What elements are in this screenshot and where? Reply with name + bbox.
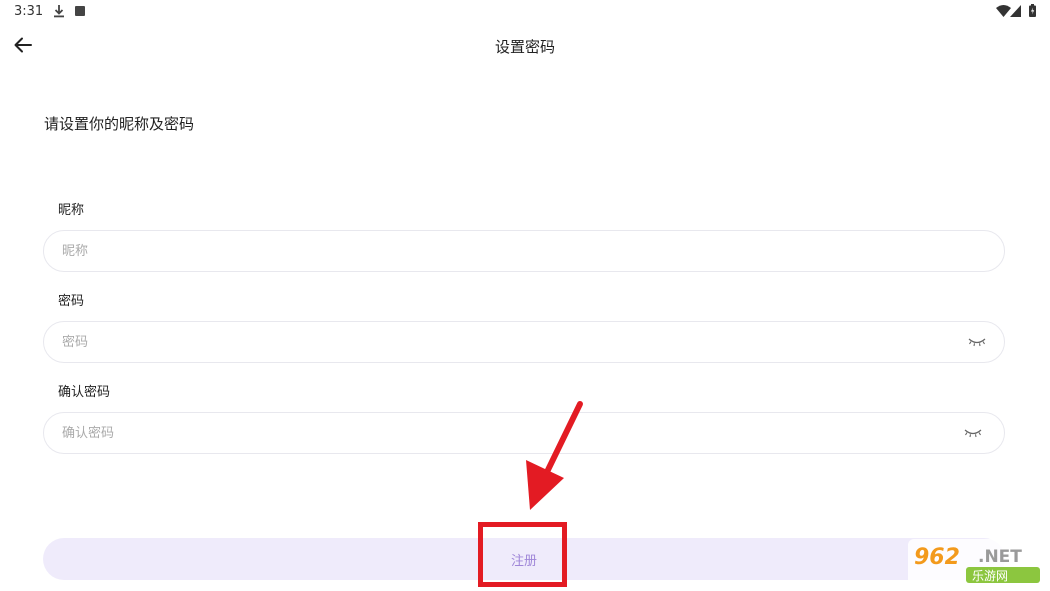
- password-label: 密码: [58, 294, 85, 309]
- app-notification-icon: [75, 6, 85, 16]
- watermark-number: 962: [914, 545, 960, 570]
- confirm-password-input[interactable]: [62, 413, 942, 453]
- status-bar: 3:31: [0, 0, 1050, 24]
- signal-icon: [1010, 5, 1021, 17]
- nickname-label: 昵称: [58, 203, 85, 218]
- set-password-screen: 3:31 设置密码 请设置你的昵称及密码 昵称 密码: [0, 0, 1050, 591]
- eye-closed-icon[interactable]: [964, 427, 982, 439]
- download-icon: [54, 5, 64, 18]
- red-arrow-annotation: [526, 401, 583, 510]
- nickname-input[interactable]: [62, 231, 942, 271]
- eye-closed-icon[interactable]: [968, 336, 986, 348]
- nickname-field-container: [43, 230, 1005, 272]
- page-title: 设置密码: [494, 38, 555, 56]
- watermark-logo: 962 .NET 乐游网: [908, 539, 1042, 585]
- password-input[interactable]: [62, 322, 942, 362]
- highlight-box-annotation: [478, 522, 567, 587]
- status-time: 3:31: [14, 4, 44, 19]
- confirm-password-label: 确认密码: [58, 385, 111, 400]
- watermark-suffix: .NET: [978, 547, 1022, 567]
- password-field-container: [43, 321, 1005, 363]
- battery-icon: [1029, 4, 1036, 17]
- watermark-subtitle: 乐游网: [972, 569, 1008, 583]
- wifi-icon: [996, 5, 1011, 17]
- intro-text: 请设置你的昵称及密码: [44, 115, 195, 133]
